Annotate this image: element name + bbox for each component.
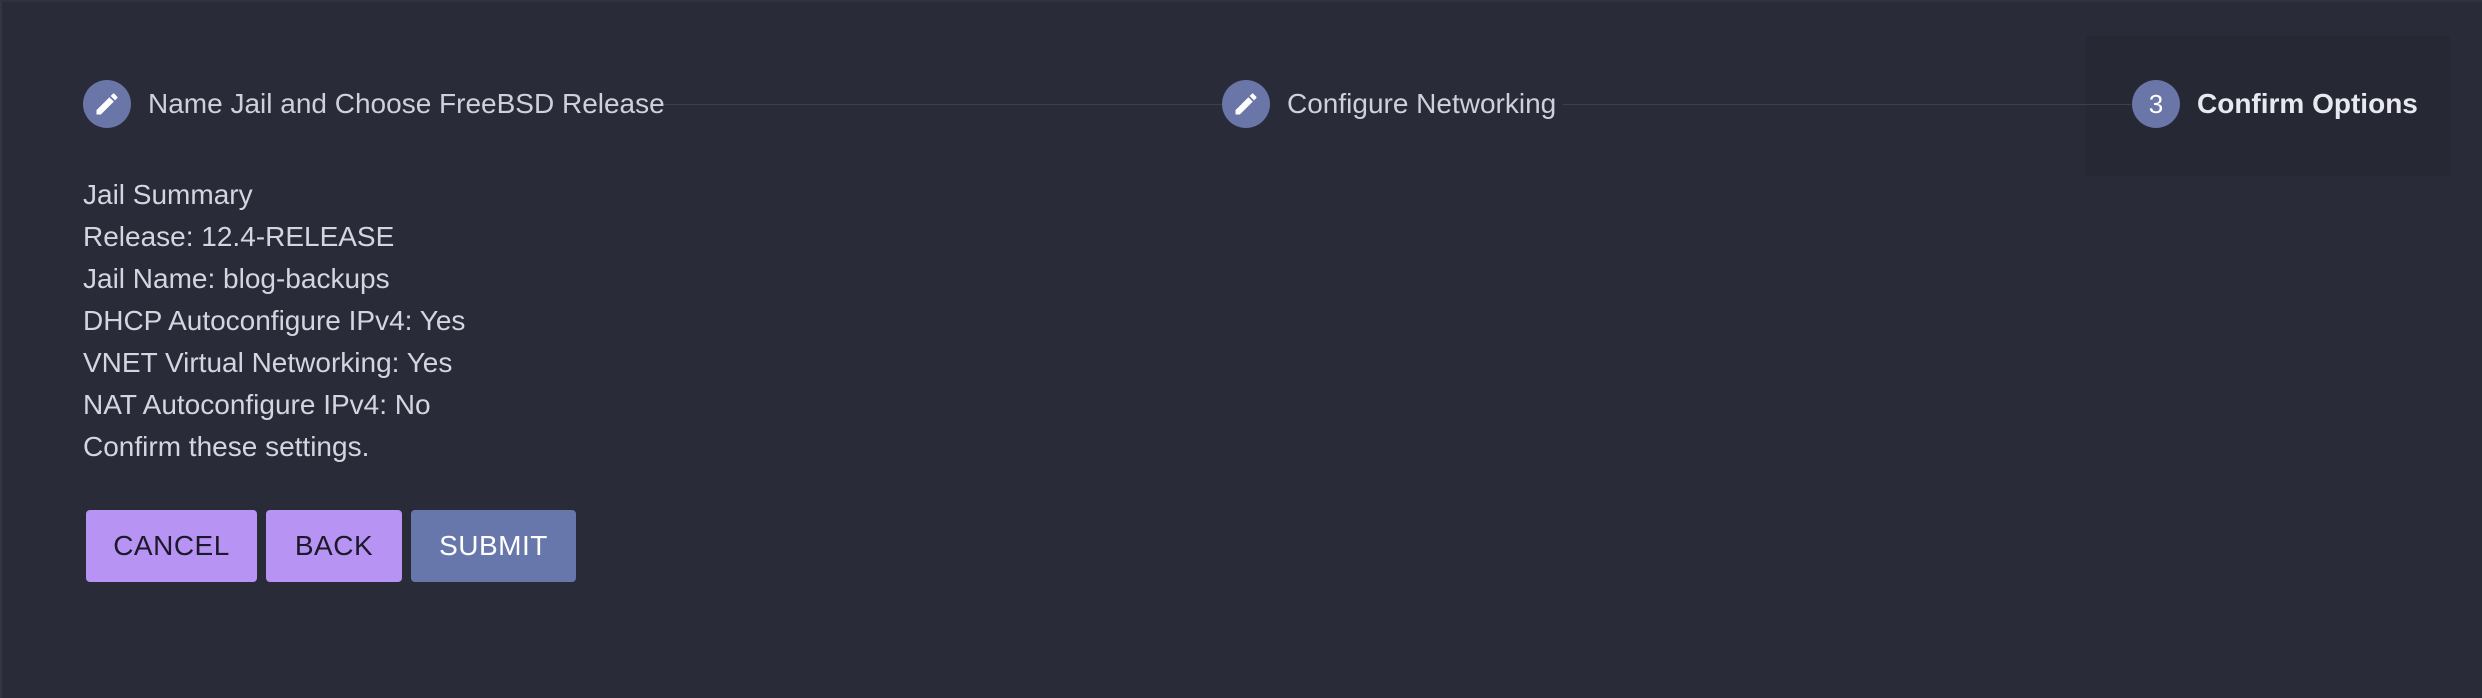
- summary-jail-name: Jail Name: blog-backups: [83, 263, 390, 294]
- step-confirm-options[interactable]: 3 Confirm Options: [2132, 80, 2418, 128]
- summary-dhcp: DHCP Autoconfigure IPv4: Yes: [83, 305, 466, 336]
- step-configure-networking[interactable]: Configure Networking: [1222, 80, 1556, 128]
- step-connector-2: [1563, 104, 2131, 105]
- jail-wizard-page: Name Jail and Choose FreeBSD Release Con…: [0, 0, 2482, 698]
- back-button[interactable]: BACK: [266, 510, 402, 582]
- wizard-stepper: Name Jail and Choose FreeBSD Release Con…: [83, 80, 2418, 128]
- summary-nat: NAT Autoconfigure IPv4: No: [83, 389, 431, 420]
- step-label-configure-networking: Configure Networking: [1287, 88, 1557, 119]
- jail-summary: Jail Summary Release: 12.4-RELEASE Jail …: [83, 174, 465, 468]
- summary-confirm-text: Confirm these settings.: [83, 431, 370, 462]
- summary-vnet: VNET Virtual Networking: Yes: [83, 347, 453, 378]
- step-number-badge: 3: [2132, 80, 2180, 128]
- submit-button[interactable]: SUBMIT: [411, 510, 576, 582]
- step-connector-1: [659, 104, 1228, 105]
- cancel-button[interactable]: CANCEL: [86, 510, 257, 582]
- summary-release: Release: 12.4-RELEASE: [83, 221, 395, 252]
- pencil-icon: [1222, 80, 1270, 128]
- summary-heading: Jail Summary: [83, 179, 253, 210]
- wizard-actions: CANCEL BACK SUBMIT: [86, 510, 576, 582]
- pencil-icon: [83, 80, 131, 128]
- step-name-jail[interactable]: Name Jail and Choose FreeBSD Release: [83, 80, 665, 128]
- step-label-confirm-options: Confirm Options: [2197, 88, 2418, 119]
- step-label-name-jail: Name Jail and Choose FreeBSD Release: [148, 88, 665, 119]
